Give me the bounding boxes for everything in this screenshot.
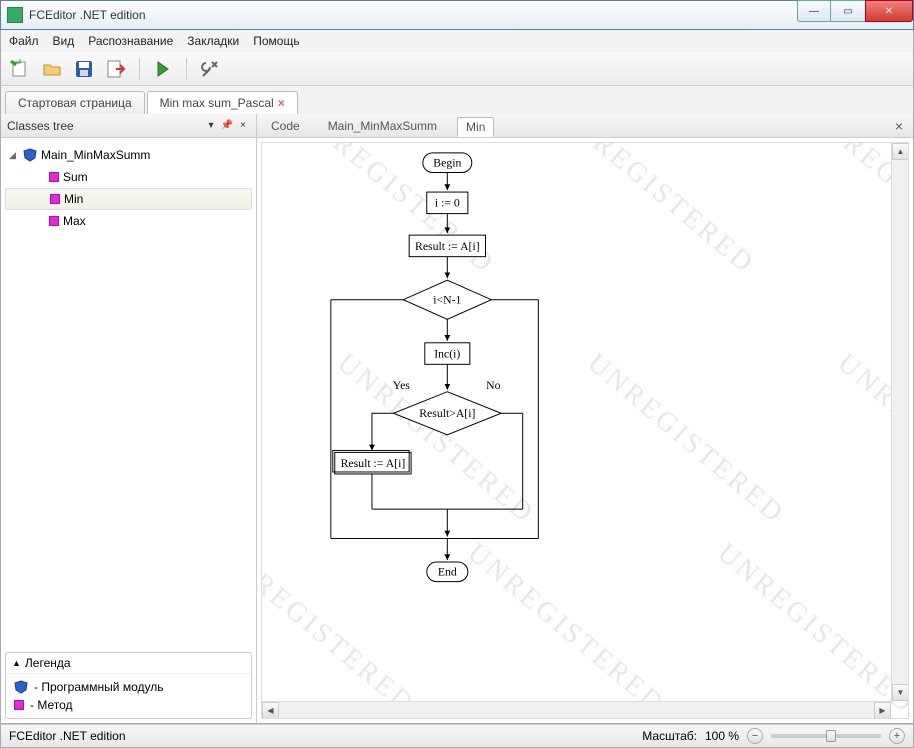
tree-item-max[interactable]: Max — [5, 210, 252, 232]
view-close-icon[interactable]: × — [895, 118, 903, 134]
vertical-scrollbar[interactable]: ▲ ▼ — [891, 143, 908, 701]
scroll-right-icon[interactable]: ▶ — [874, 702, 891, 719]
flowchart-canvas[interactable]: UNREGISTERED UNREGISTERED UNREGISTERED U… — [261, 142, 909, 719]
scroll-left-icon[interactable]: ◀ — [262, 702, 279, 719]
view-tabs: Code Main_MinMaxSumm Min × — [257, 114, 913, 138]
status-app-name: FCEditor .NET edition — [9, 729, 126, 743]
svg-text:Result>A[i]: Result>A[i] — [419, 407, 475, 420]
horizontal-scrollbar[interactable]: ◀ ▶ — [262, 701, 891, 718]
method-icon — [50, 194, 60, 204]
menu-help[interactable]: Помощь — [253, 34, 299, 48]
classes-tree-panel: Classes tree ▾ 📌 × ◢ Main_MinMaxSumm Sum… — [1, 114, 257, 723]
svg-text:No: No — [486, 379, 500, 392]
export-button[interactable] — [103, 56, 129, 82]
method-icon — [49, 172, 59, 182]
panel-pin-icon[interactable]: 📌 — [220, 120, 234, 131]
legend-method: - Метод — [14, 696, 243, 714]
svg-text:Yes: Yes — [393, 379, 411, 392]
panel-close-icon[interactable]: × — [236, 120, 250, 131]
work-area: Classes tree ▾ 📌 × ◢ Main_MinMaxSumm Sum… — [0, 114, 914, 724]
legend-panel: ▲ Легенда - Программный модуль - Метод — [5, 652, 252, 719]
svg-text:i<N-1: i<N-1 — [433, 294, 461, 307]
save-button[interactable] — [71, 56, 97, 82]
panel-title: Classes tree — [7, 119, 74, 133]
collapse-icon: ▲ — [12, 658, 21, 668]
menu-recognize[interactable]: Распознавание — [88, 34, 173, 48]
svg-text:Result := A[i]: Result := A[i] — [341, 457, 406, 470]
tab-minmaxsum[interactable]: Min max sum_Pascal × — [147, 91, 298, 115]
classes-tree: ◢ Main_MinMaxSumm Sum Min Max — [1, 138, 256, 648]
svg-text:Begin: Begin — [433, 157, 461, 170]
tree-item-label: Max — [63, 214, 86, 228]
panel-dropdown-icon[interactable]: ▾ — [204, 120, 218, 131]
menu-bookmarks[interactable]: Закладки — [187, 34, 239, 48]
panel-header: Classes tree ▾ 📌 × — [1, 114, 256, 138]
tree-root[interactable]: ◢ Main_MinMaxSumm — [5, 144, 252, 166]
tree-item-label: Min — [64, 192, 83, 206]
flowchart-svg: Begin i := 0 Result := A[i] i<N-1 — [282, 149, 642, 609]
new-button[interactable] — [7, 56, 33, 82]
menubar: Файл Вид Распознавание Закладки Помощь — [0, 30, 914, 52]
window-title: FCEditor .NET edition — [29, 8, 797, 22]
subtab-code[interactable]: Code — [263, 117, 308, 135]
zoom-value: 100 % — [705, 729, 739, 743]
minimize-button[interactable]: — — [797, 0, 831, 22]
run-button[interactable] — [150, 56, 176, 82]
close-button[interactable]: ✕ — [865, 0, 913, 22]
toolbar-separator — [139, 58, 140, 80]
zoom-in-button[interactable]: + — [889, 728, 905, 744]
tree-item-min[interactable]: Min — [5, 188, 252, 210]
legend-module-label: - Программный модуль — [34, 680, 163, 694]
legend-title: Легенда — [25, 656, 71, 670]
svg-text:i := 0: i := 0 — [435, 197, 460, 210]
tree-item-sum[interactable]: Sum — [5, 166, 252, 188]
tab-close-icon[interactable]: × — [278, 96, 285, 110]
tree-root-label: Main_MinMaxSumm — [41, 148, 150, 162]
scroll-down-icon[interactable]: ▼ — [892, 684, 909, 701]
legend-module: - Программный модуль — [14, 678, 243, 696]
zoom-out-button[interactable]: − — [747, 728, 763, 744]
module-icon — [23, 148, 37, 162]
method-icon — [49, 216, 59, 226]
tab-start-label: Стартовая страница — [18, 96, 132, 110]
tab-start-page[interactable]: Стартовая страница — [5, 91, 145, 114]
svg-text:Result := A[i]: Result := A[i] — [415, 240, 480, 253]
zoom-thumb[interactable] — [826, 730, 836, 742]
status-bar: FCEditor .NET edition Масштаб: 100 % − + — [0, 724, 914, 748]
zoom-label: Масштаб: — [642, 729, 697, 743]
right-panel: Code Main_MinMaxSumm Min × UNREGISTERED … — [257, 114, 913, 723]
toolbar-separator — [186, 58, 187, 80]
method-icon — [14, 700, 24, 710]
maximize-button[interactable]: ▭ — [831, 0, 865, 22]
zoom-slider[interactable] — [771, 734, 881, 738]
expand-icon[interactable]: ◢ — [9, 150, 19, 161]
tree-item-label: Sum — [63, 170, 88, 184]
tab-file-label: Min max sum_Pascal — [160, 96, 274, 110]
subtab-min[interactable]: Min — [457, 117, 494, 137]
legend-header[interactable]: ▲ Легенда — [6, 653, 251, 674]
svg-text:End: End — [438, 566, 457, 579]
menu-file[interactable]: Файл — [9, 34, 39, 48]
open-button[interactable] — [39, 56, 65, 82]
watermark: UNREGISTERED — [711, 537, 909, 719]
subtab-main[interactable]: Main_MinMaxSumm — [320, 117, 445, 135]
module-icon — [14, 680, 28, 694]
menu-view[interactable]: Вид — [53, 34, 75, 48]
document-tabs: Стартовая страница Min max sum_Pascal × — [0, 86, 914, 114]
titlebar: FCEditor .NET edition — ▭ ✕ — [0, 0, 914, 30]
svg-text:Inc(i): Inc(i) — [434, 347, 460, 360]
app-icon — [7, 7, 23, 23]
toolbar — [0, 52, 914, 86]
scroll-up-icon[interactable]: ▲ — [892, 143, 909, 160]
legend-method-label: - Метод — [30, 698, 73, 712]
tools-button[interactable] — [197, 56, 223, 82]
